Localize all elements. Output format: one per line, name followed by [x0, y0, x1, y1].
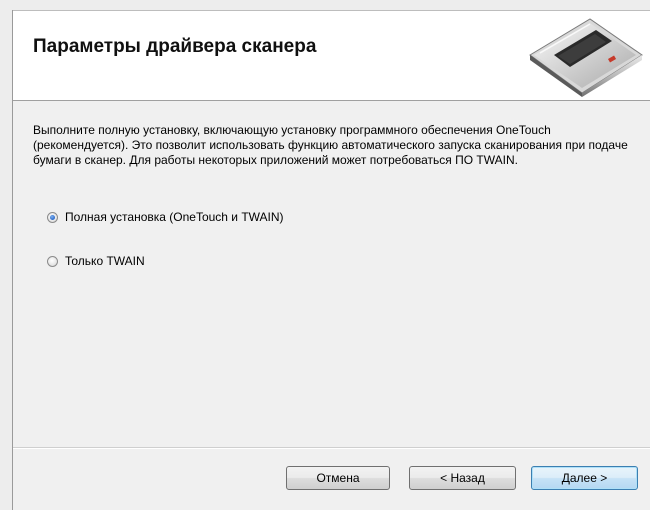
option-full-install[interactable]: Полная установка (OneTouch и TWAIN)	[47, 210, 284, 224]
wizard-header: Параметры драйвера сканера	[13, 11, 650, 101]
next-button[interactable]: Далее >	[531, 466, 638, 490]
back-button[interactable]: < Назад	[409, 466, 516, 490]
option-twain-only[interactable]: Только TWAIN	[47, 254, 145, 268]
scanner-icon	[529, 18, 643, 97]
radio-button[interactable]	[47, 255, 58, 267]
footer-divider	[13, 447, 650, 449]
install-description: Выполните полную установку, включающую у…	[33, 123, 628, 167]
cancel-button[interactable]: Отмена	[286, 466, 390, 490]
page-title: Параметры драйвера сканера	[33, 36, 317, 57]
radio-button-selected[interactable]	[47, 211, 58, 223]
option-full-install-label: Полная установка (OneTouch и TWAIN)	[65, 210, 284, 224]
option-twain-only-label: Только TWAIN	[65, 254, 145, 268]
window-frame-left	[0, 10, 13, 510]
wizard-content: Выполните полную установку, включающую у…	[13, 101, 650, 447]
window-frame-top	[0, 0, 650, 11]
